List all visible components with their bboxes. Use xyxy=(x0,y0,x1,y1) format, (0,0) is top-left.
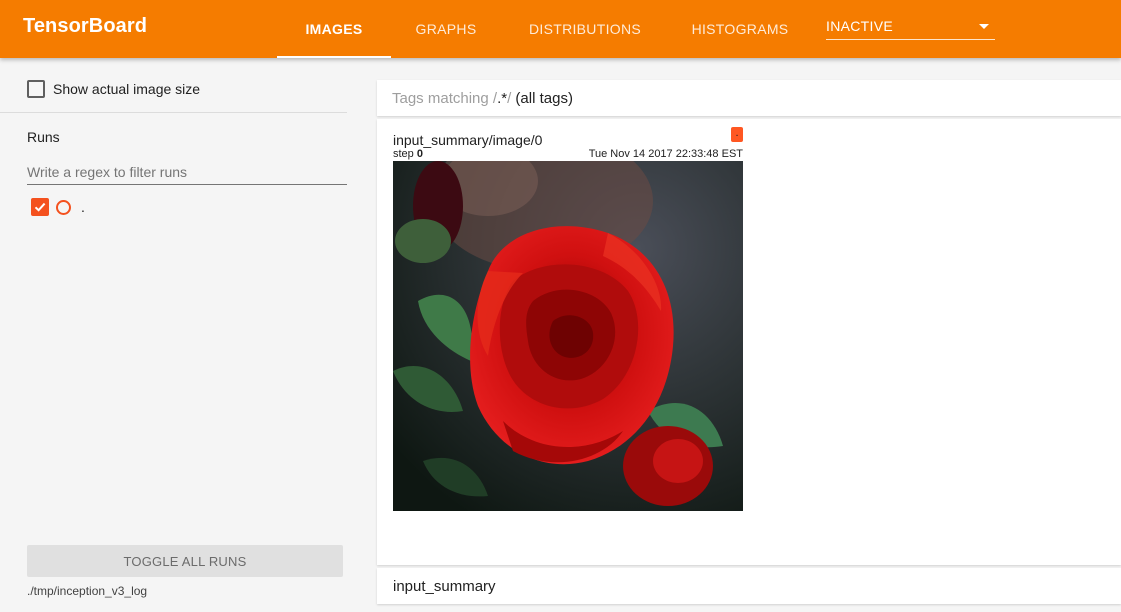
tab-histograms[interactable]: HISTOGRAMS xyxy=(680,0,800,58)
runs-title: Runs xyxy=(27,129,60,145)
rose-image xyxy=(393,161,743,511)
show-actual-size-label: Show actual image size xyxy=(53,81,201,97)
tab-graphs[interactable]: GRAPHS xyxy=(400,0,492,58)
sidebar: Show actual image size Runs . TOGGLE ALL… xyxy=(0,58,364,612)
app-title: TensorBoard xyxy=(23,15,148,37)
step-info: step 0 xyxy=(393,148,423,160)
image-tag-title: input_summary/image/0 xyxy=(393,132,543,148)
inactive-dashboards-dropdown[interactable]: INACTIVE xyxy=(826,10,995,40)
tag-filter-pattern: .* xyxy=(497,90,508,107)
tab-histograms-label: HISTOGRAMS xyxy=(691,21,789,37)
summary-image xyxy=(393,161,743,511)
tag-filter-text: Tags matching /.*/ (all tags) xyxy=(392,90,573,107)
tag-group-header[interactable]: input_summary xyxy=(377,568,1121,604)
tag-filter-prefix: Tags matching xyxy=(392,90,493,107)
tag-filter-suffix: (all tags) xyxy=(511,90,573,107)
tab-distributions-label: DISTRIBUTIONS xyxy=(528,21,642,37)
tab-graphs-label: GRAPHS xyxy=(415,21,477,37)
run-checkbox[interactable] xyxy=(31,198,49,216)
run-item: . xyxy=(31,198,85,216)
logdir-path: ./tmp/inception_v3_log xyxy=(27,584,148,598)
tab-images[interactable]: IMAGES xyxy=(277,0,391,58)
run-name: . xyxy=(81,199,85,215)
circle-icon[interactable] xyxy=(56,199,71,215)
sidebar-divider xyxy=(0,112,347,113)
tag-group-label: input_summary xyxy=(393,578,496,595)
inactive-dropdown-label: INACTIVE xyxy=(826,18,893,34)
show-actual-size-checkbox[interactable] xyxy=(27,80,45,98)
tag-filter-bar[interactable]: Tags matching /.*/ (all tags) xyxy=(377,80,1121,116)
run-badge: . xyxy=(731,127,743,142)
top-app-bar: TensorBoard IMAGES GRAPHS DISTRIBUTIONS … xyxy=(0,0,1121,58)
step-value: 0 xyxy=(416,148,423,160)
caret-down-icon xyxy=(979,24,989,29)
image-summary-card: input_summary/image/0 . step 0 Tue Nov 1… xyxy=(377,119,1121,565)
tab-distributions[interactable]: DISTRIBUTIONS xyxy=(520,0,650,58)
toggle-all-runs-label: TOGGLE ALL RUNS xyxy=(123,553,247,569)
wall-time: Tue Nov 14 2017 22:33:48 EST xyxy=(588,148,743,160)
tab-images-label: IMAGES xyxy=(305,21,363,37)
step-label: step xyxy=(393,148,414,160)
toggle-all-runs-button[interactable]: TOGGLE ALL RUNS xyxy=(27,545,343,577)
show-actual-size-toggle[interactable]: Show actual image size xyxy=(27,80,200,98)
checkmark-icon xyxy=(34,202,46,212)
run-regex-filter-input[interactable] xyxy=(27,159,347,185)
